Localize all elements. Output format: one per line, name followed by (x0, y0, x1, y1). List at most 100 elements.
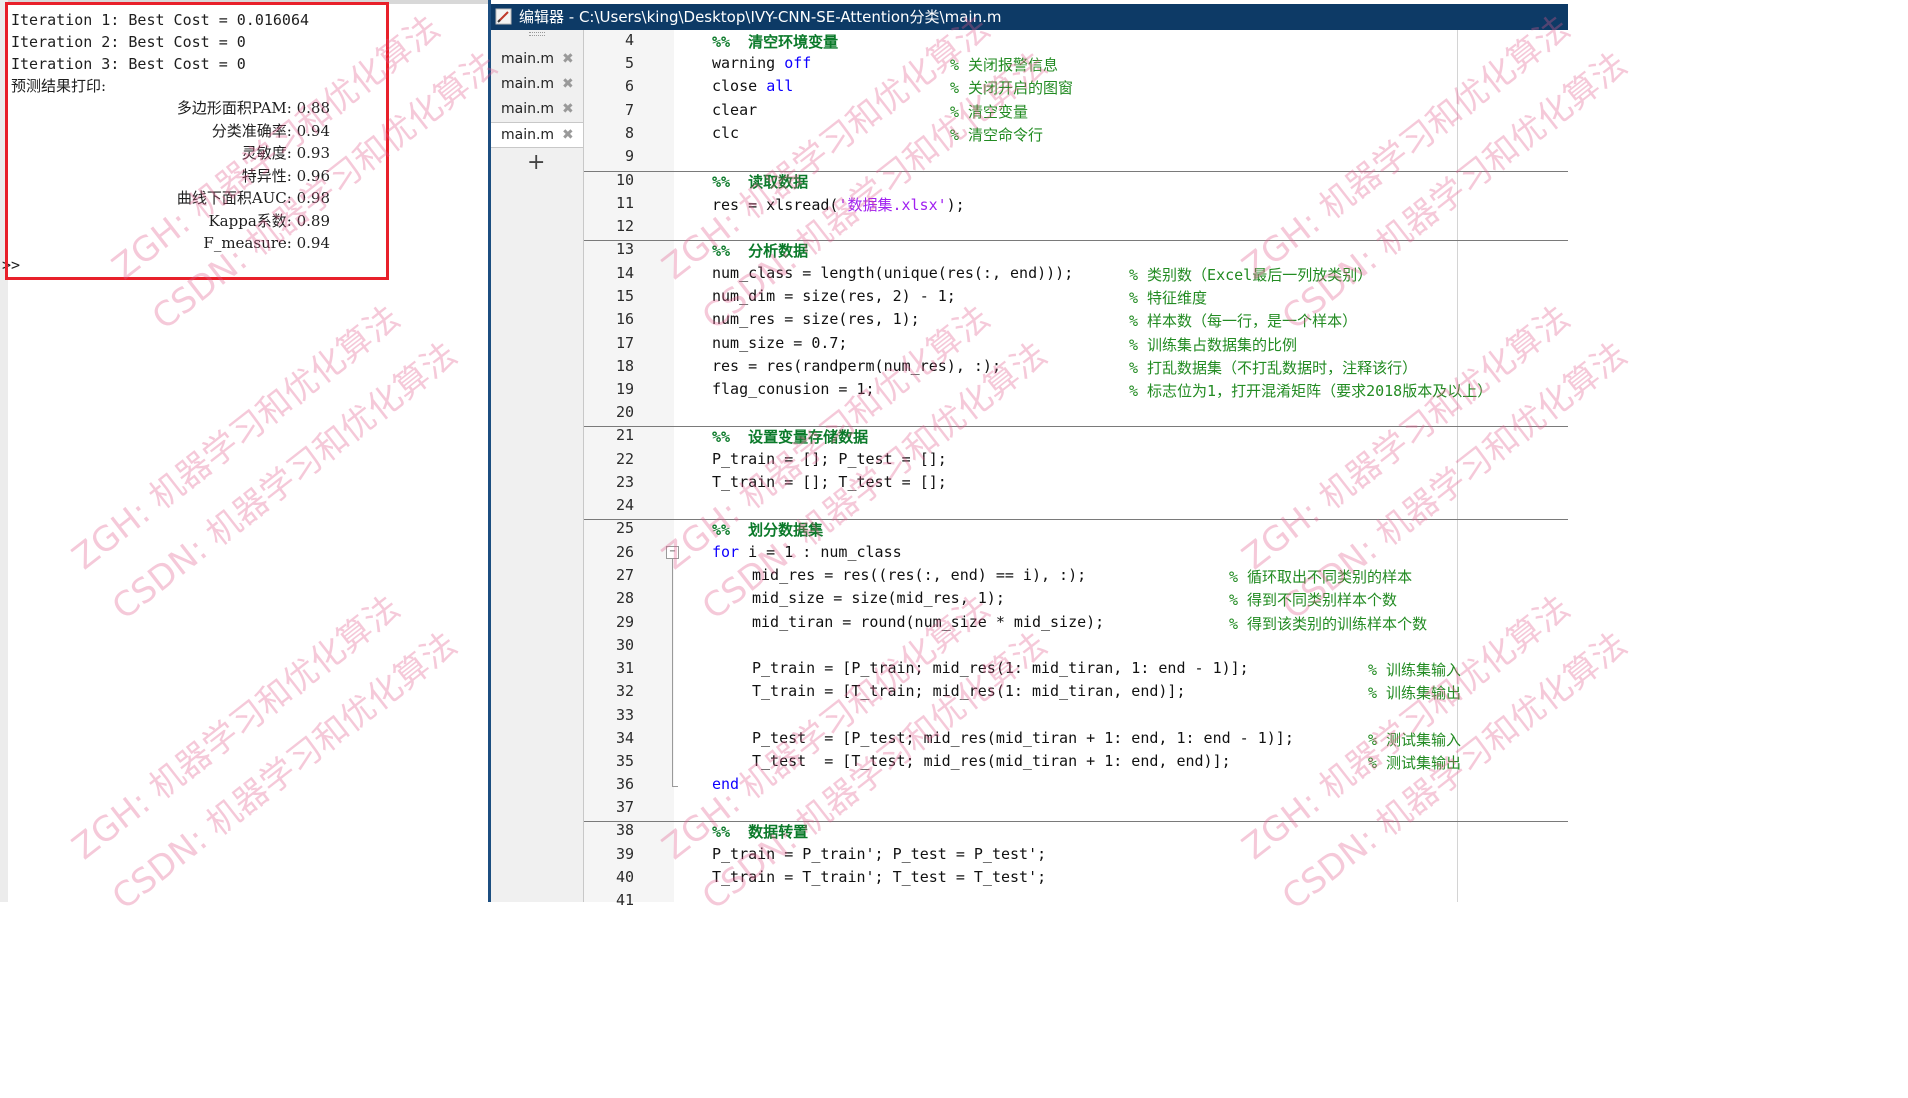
code-text: warning (712, 54, 785, 72)
cell-title: 设置变量存储数据 (748, 428, 869, 446)
tab-main-1[interactable]: main.m ✖ (491, 47, 583, 71)
comment-line-16: % 样本数（每一行，是一个样本） (1129, 312, 1358, 330)
line-number: 24 (615, 496, 634, 514)
fold-toggle[interactable]: − (666, 546, 679, 559)
code-line-23: T_train = []; T_test = []; (712, 473, 947, 491)
code-line-17: num_size = 0.7; (712, 334, 848, 352)
line-number: 32 (615, 682, 634, 700)
comment-line-17: % 训练集占数据集的比例 (1129, 336, 1298, 354)
line-number: 25 (615, 519, 634, 537)
line-number: 30 (615, 636, 634, 654)
comment-line-8: % 清空命令行 (950, 126, 1044, 144)
line-number: 40 (615, 868, 634, 886)
code-line-31: P_train = [P_train; mid_res(1: mid_tiran… (752, 659, 1249, 677)
close-icon[interactable]: ✖ (562, 47, 574, 71)
line-number: 11 (615, 194, 634, 212)
line-number: 21 (615, 426, 634, 444)
code-line-35: T_test = [T_test; mid_res(mid_tiran + 1:… (752, 752, 1231, 770)
code-line-39: P_train = P_train'; P_test = P_test'; (712, 845, 1047, 863)
code-line-22: P_train = []; P_test = []; (712, 450, 947, 468)
line-number: 28 (615, 589, 634, 607)
code-line-16: num_res = size(res, 1); (712, 310, 920, 328)
code-line-13: %% 分析数据 (712, 240, 808, 261)
line-number: 36 (615, 775, 634, 793)
line-number: 41 (615, 891, 634, 909)
code-line-6: close all (712, 77, 793, 95)
cell-marker: %% (712, 242, 731, 260)
output-metrics: 多边形面积PAM: 0.88 分类准确率: 0.94 灵敏度: 0.93 特异性… (0, 97, 330, 255)
code-line-14: num_class = length(unique(res(:, end))); (712, 264, 1074, 282)
code-line-11: res = xlsread('数据集.xlsx'); (712, 194, 965, 215)
close-icon[interactable]: ✖ (562, 97, 574, 121)
comment-line-14: % 类别数（Excel最后一列放类别） (1129, 266, 1373, 284)
code-keyword: off (784, 54, 812, 72)
code-line-15: num_dim = size(res, 2) - 1; (712, 287, 956, 305)
cell-title: 分析数据 (748, 242, 809, 260)
close-icon[interactable]: ✖ (562, 72, 574, 96)
line-number: 6 (624, 77, 634, 95)
cell-title: 清空环境变量 (748, 33, 839, 51)
add-tab-button[interactable]: + (527, 150, 545, 175)
command-prompt[interactable]: >> (2, 254, 20, 276)
metric-accuracy: 分类准确率: 0.94 (211, 121, 330, 140)
metric-auc: 曲线下面积AUC: 0.98 (176, 189, 330, 207)
code-line-21: %% 设置变量存储数据 (712, 426, 868, 447)
line-number: 22 (615, 450, 634, 468)
line-number: 37 (615, 798, 634, 816)
close-icon[interactable]: ✖ (562, 123, 574, 147)
line-number: 19 (615, 380, 634, 398)
fold-end (672, 786, 678, 787)
code-line-36: end (712, 775, 739, 793)
code-line-5: warning off (712, 54, 811, 72)
code-keyword: for (712, 543, 740, 561)
command-window-top-border (0, 0, 488, 4)
code-text: i = 1 : num_class (739, 543, 902, 561)
line-number: 15 (615, 287, 634, 305)
cell-marker: %% (712, 823, 731, 841)
code-text: close (712, 77, 767, 95)
tab-label: main.m (501, 101, 555, 117)
code-keyword: end (712, 775, 740, 793)
metric-kappa: Kappa系数: 0.89 (208, 211, 330, 230)
code-keyword: all (766, 77, 794, 95)
cell-marker: %% (712, 173, 731, 191)
code-line-18: res = res(randperm(num_res), :); (712, 357, 1001, 375)
line-number: 13 (615, 240, 634, 258)
line-number: 16 (615, 310, 634, 328)
comment-line-35: % 测试集输出 (1368, 754, 1462, 772)
output-print-header: 预测结果打印: (11, 77, 107, 95)
output-iteration-1: Iteration 1: Best Cost = 0.016064 (11, 11, 310, 29)
comment-line-28: % 得到不同类别样本个数 (1229, 591, 1398, 609)
editor-titlebar: 编辑器 - C:\Users\king\Desktop\IVY-CNN-SE-A… (491, 4, 1568, 30)
cell-marker: %% (712, 521, 731, 539)
comment-line-15: % 特征维度 (1129, 289, 1208, 307)
output-iteration-2: Iteration 2: Best Cost = 0 (11, 33, 246, 51)
line-number: 39 (615, 845, 634, 863)
tab-label: main.m (501, 127, 555, 143)
command-window[interactable]: Iteration 1: Best Cost = 0.016064 Iterat… (0, 0, 488, 902)
code-line-38: %% 数据转置 (712, 821, 808, 842)
line-number: 8 (624, 124, 634, 142)
line-number: 5 (624, 54, 634, 72)
line-number: 14 (615, 264, 634, 282)
tab-main-2[interactable]: main.m ✖ (491, 72, 583, 96)
cell-title: 划分数据集 (748, 521, 824, 539)
code-string: '数据集.xlsx' (838, 196, 947, 214)
line-number: 35 (615, 752, 634, 770)
metric-f-measure: F_measure: 0.94 (203, 234, 330, 252)
comment-line-5: % 关闭报警信息 (950, 56, 1059, 74)
tab-strip-grip[interactable] (529, 32, 545, 36)
metric-specificity: 特异性: 0.96 (241, 166, 330, 185)
code-line-25: %% 划分数据集 (712, 519, 823, 540)
comment-line-7: % 清空变量 (950, 103, 1029, 121)
line-number: 33 (615, 706, 634, 724)
code-line-19: flag_conusion = 1; (712, 380, 875, 398)
line-number: 4 (624, 31, 634, 49)
metric-sensitivity: 灵敏度: 0.93 (241, 144, 330, 162)
fold-line (672, 559, 673, 787)
file-tab-strip: main.m ✖ main.m ✖ main.m ✖ main.m ✖ + (491, 30, 584, 902)
tab-main-3[interactable]: main.m ✖ (491, 97, 583, 121)
comment-line-29: % 得到该类别的训练样本个数 (1229, 615, 1428, 633)
tab-main-4-active[interactable]: main.m ✖ (491, 122, 583, 148)
line-number: 12 (615, 217, 634, 235)
